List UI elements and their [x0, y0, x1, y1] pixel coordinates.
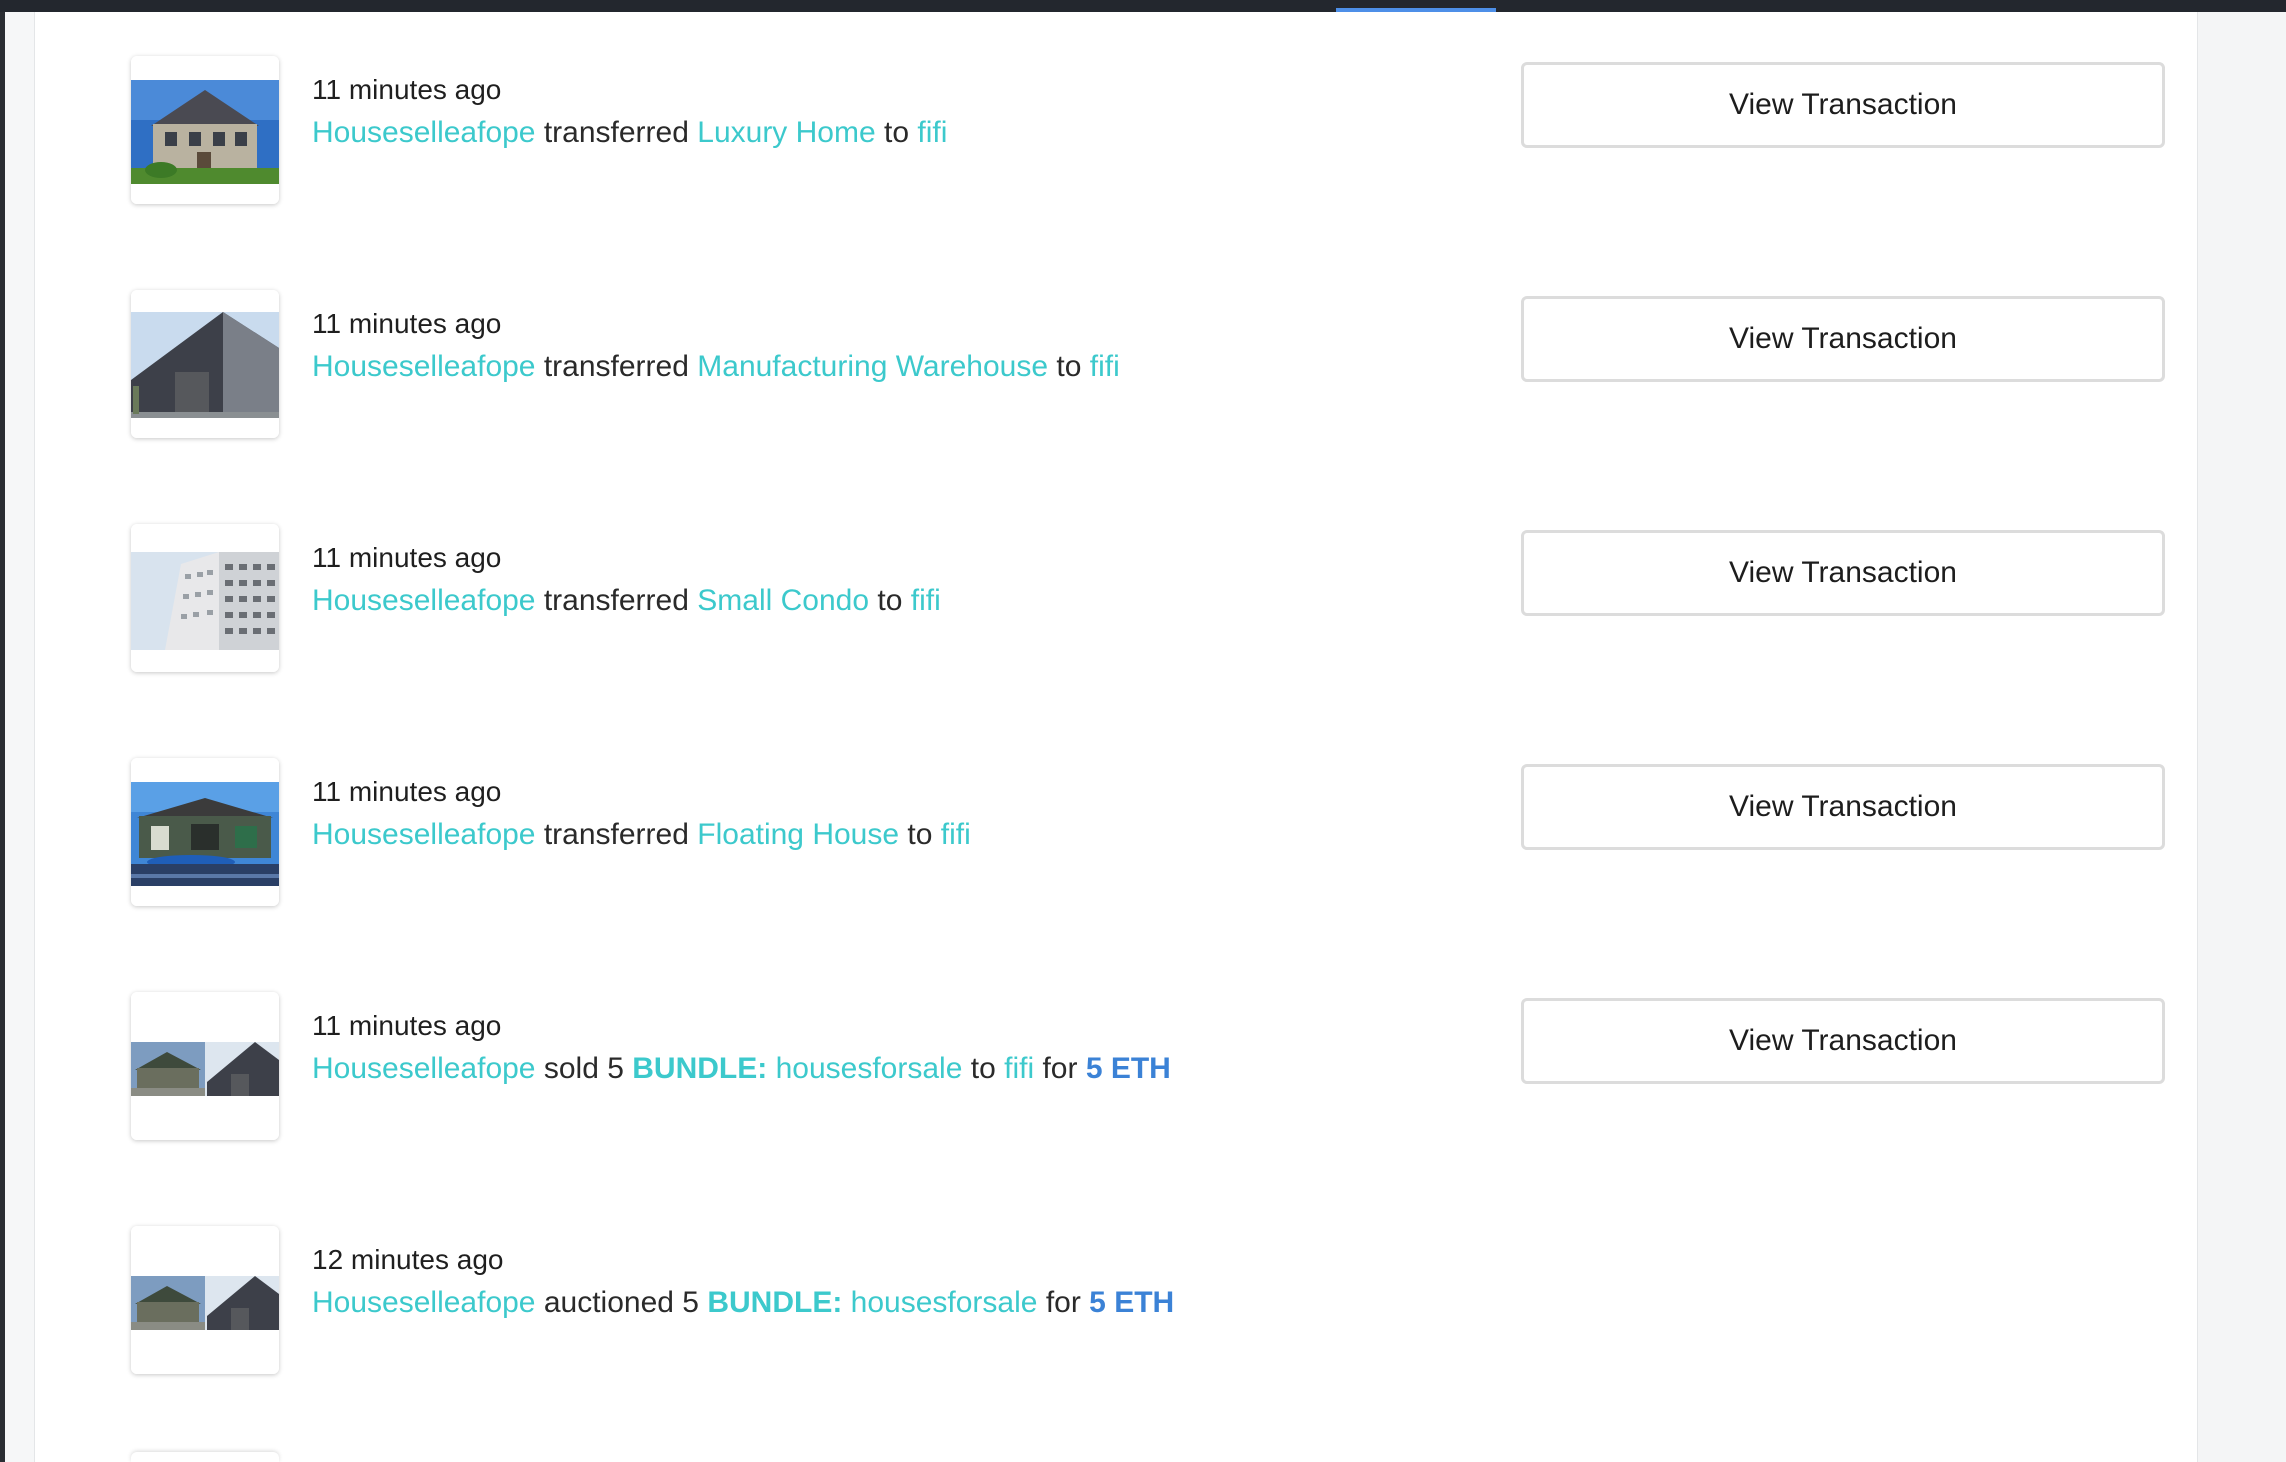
manufacturing-warehouse-thumbnail[interactable] [131, 290, 279, 438]
right-gutter [2197, 12, 2286, 1462]
actor-link[interactable]: Houseselleafope [312, 1052, 536, 1085]
small-condo-thumbnail[interactable] [131, 524, 279, 672]
actor-link[interactable]: Houseselleafope [312, 1286, 536, 1319]
bundle-name-link[interactable]: housesforsale [851, 1286, 1038, 1319]
activity-description: Houseselleafope transferred Manufacturin… [312, 350, 1120, 384]
action-text: transferred [543, 116, 689, 149]
activity-description: Houseselleafope transferred Luxury Home … [312, 116, 947, 150]
activity-description: Houseselleafope transferred Floating Hou… [312, 818, 971, 852]
actor-link[interactable]: Houseselleafope [312, 584, 536, 617]
top-bar [0, 0, 2286, 12]
bundle-name-link[interactable]: housesforsale [776, 1052, 963, 1085]
luxury-home-thumbnail[interactable] [131, 56, 279, 204]
bundle-prefix-link[interactable]: BUNDLE: [707, 1286, 842, 1319]
recipient-link[interactable]: fifi [941, 818, 971, 851]
actor-link[interactable]: Houseselleafope [312, 116, 536, 149]
view-transaction-button[interactable]: View Transaction [1521, 62, 2165, 148]
item-link[interactable]: Luxury Home [697, 116, 875, 149]
to-text: to [877, 584, 903, 617]
view-transaction-button[interactable]: View Transaction [1521, 530, 2165, 616]
to-text: to [970, 1052, 996, 1085]
activity-time: 11 minutes ago [312, 74, 502, 105]
activity-description: Houseselleafope sold 5 BUNDLE: housesfor… [312, 1052, 1171, 1086]
view-transaction-button[interactable]: View Transaction [1521, 296, 2165, 382]
action-text: transferred [543, 350, 689, 383]
actor-link[interactable]: Houseselleafope [312, 350, 536, 383]
activity-row: 11 minutes ago Houseselleafope transferr… [131, 290, 2171, 440]
activity-description: Houseselleafope auctioned 5 BUNDLE: hous… [312, 1286, 1174, 1320]
price-value: 5 ETH [1089, 1286, 1175, 1319]
action-text: transferred [543, 584, 689, 617]
view-transaction-button[interactable]: View Transaction [1521, 764, 2165, 850]
to-text: to [884, 116, 910, 149]
for-text: for [1045, 1286, 1081, 1319]
activity-description: Houseselleafope transferred Small Condo … [312, 584, 941, 618]
recipient-link[interactable]: fifi [911, 584, 941, 617]
recipient-link[interactable]: fifi [1090, 350, 1120, 383]
floating-house-thumbnail[interactable] [131, 758, 279, 906]
activity-time: 11 minutes ago [312, 542, 502, 573]
activity-time: 11 minutes ago [312, 1010, 502, 1041]
recipient-link[interactable]: fifi [917, 116, 947, 149]
actor-link[interactable]: Houseselleafope [312, 818, 536, 851]
item-link[interactable]: Manufacturing Warehouse [697, 350, 1048, 383]
item-link[interactable]: Floating House [697, 818, 899, 851]
for-text: for [1042, 1052, 1078, 1085]
activity-panel: 11 minutes ago Houseselleafope transferr… [34, 12, 2198, 1462]
activity-time: 11 minutes ago [312, 308, 502, 339]
item-link[interactable]: Small Condo [697, 584, 869, 617]
house-image-icon [131, 56, 279, 204]
left-edge [0, 12, 5, 1462]
bundle-thumbnail[interactable] [131, 992, 279, 1140]
condo-image-icon [131, 524, 279, 672]
next-row-thumbnail [131, 1452, 279, 1462]
activity-row: 11 minutes ago Houseselleafope transferr… [131, 758, 2171, 908]
activity-time: 11 minutes ago [312, 776, 502, 807]
action-text: sold 5 [543, 1052, 624, 1085]
to-text: to [907, 818, 933, 851]
action-text: auctioned 5 [543, 1286, 699, 1319]
bundle-image-icon [131, 1226, 279, 1374]
bundle-thumbnail[interactable] [131, 1226, 279, 1374]
action-text: transferred [543, 818, 689, 851]
activity-row: 11 minutes ago Houseselleafope sold 5 BU… [131, 992, 2171, 1142]
activity-row: 11 minutes ago Houseselleafope transferr… [131, 524, 2171, 674]
price-value: 5 ETH [1085, 1052, 1171, 1085]
to-text: to [1056, 350, 1082, 383]
activity-time: 12 minutes ago [312, 1244, 504, 1275]
view-transaction-button[interactable]: View Transaction [1521, 998, 2165, 1084]
floating-house-image-icon [131, 758, 279, 906]
recipient-link[interactable]: fifi [1004, 1052, 1034, 1085]
activity-row: 11 minutes ago Houseselleafope transferr… [131, 56, 2171, 206]
activity-row: 12 minutes ago Houseselleafope auctioned… [131, 1226, 2171, 1376]
bundle-image-icon [131, 992, 279, 1140]
warehouse-image-icon [131, 290, 279, 438]
bundle-prefix-link[interactable]: BUNDLE: [632, 1052, 767, 1085]
